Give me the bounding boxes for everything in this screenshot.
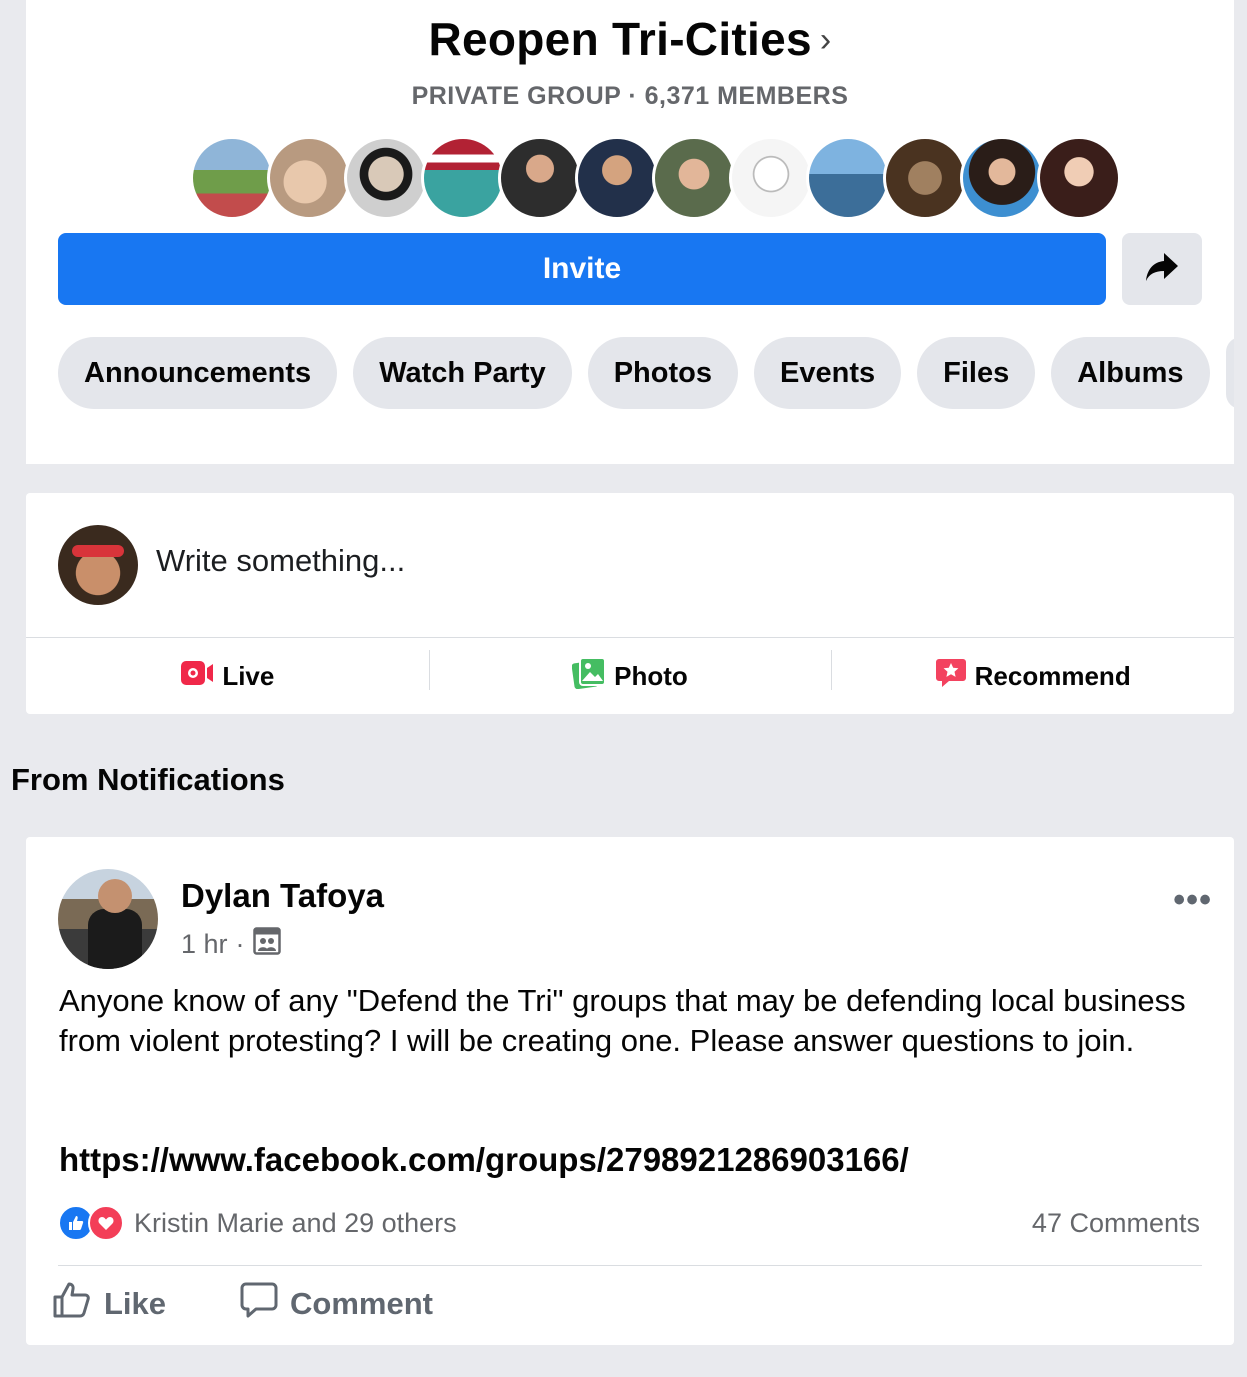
like-button[interactable]: Like [52,1281,166,1327]
member-avatar[interactable] [729,136,813,220]
photo-button[interactable]: Photo [428,638,832,714]
post-meta: 1 hr · [181,927,281,962]
tab-announcements[interactable]: Announcements [58,337,338,409]
meta-separator: · [235,929,245,959]
tab-events[interactable]: Events [754,337,902,409]
member-avatar[interactable] [806,136,890,220]
feed-post: Dylan Tafoya 1 hr · ••• Anyone know of a… [26,837,1234,1345]
write-something-input[interactable]: Write something... [156,543,405,579]
tab-watch-party[interactable]: Watch Party [353,337,572,409]
comment-bubble-icon [240,1281,278,1327]
group-title-text[interactable]: Reopen Tri-Cities [428,13,811,65]
recommend-icon [935,657,967,696]
member-avatar[interactable] [421,136,505,220]
composer-actions: Live Photo Recommend [26,638,1234,714]
recommend-label: Recommend [974,660,1131,691]
photo-icon [571,656,607,696]
section-heading: From Notifications [11,762,285,797]
comments-count[interactable]: 47 Comments [1032,1208,1200,1239]
group-audience-icon [252,927,281,962]
post-composer: Write something... Live Photo Recommend [26,493,1234,714]
reaction-summary[interactable]: Kristin Marie and 29 others [58,1205,457,1241]
avatar[interactable] [58,525,138,605]
avatar[interactable] [58,869,158,969]
post-author[interactable]: Dylan Tafoya [181,877,384,915]
invite-button[interactable]: Invite [58,233,1106,305]
tab-albums[interactable]: Albums [1051,337,1210,409]
member-avatar[interactable] [1037,136,1121,220]
tab-more[interactable] [1225,337,1234,409]
live-button[interactable]: Live [26,638,429,714]
share-arrow-icon [1144,251,1180,288]
member-avatars[interactable] [190,136,1121,220]
member-avatar[interactable] [267,136,351,220]
post-actions: Like Comment [52,1281,433,1327]
group-tabs: Announcements Watch Party Photos Events File… [58,337,1234,409]
comment-label: Comment [290,1286,433,1321]
member-avatar[interactable] [575,136,659,220]
photo-label: Photo [614,660,688,691]
more-options-icon[interactable]: ••• [1173,881,1212,920]
love-reaction-icon [88,1205,124,1241]
group-privacy-members: PRIVATE GROUP · 6,371 MEMBERS [411,82,849,110]
member-avatar[interactable] [498,136,582,220]
post-body-text: Anyone know of any "Defend the Tri" grou… [59,983,1186,1058]
chevron-right-icon[interactable]: › [820,21,832,59]
live-label: Live [222,660,275,691]
post-link[interactable]: https://www.facebook.com/groups/27989212… [59,1141,909,1179]
post-time[interactable]: 1 hr [181,929,228,960]
comment-button[interactable]: Comment [240,1281,433,1327]
recommend-button[interactable]: Recommend [831,638,1234,714]
divider [58,1265,1202,1266]
tab-photos[interactable]: Photos [587,337,738,409]
group-title[interactable]: Reopen Tri-Cities › [26,12,1234,66]
tab-files[interactable]: Files [917,337,1036,409]
live-video-icon [180,660,214,693]
thumbs-up-icon [52,1281,92,1327]
member-avatar[interactable] [190,136,274,220]
member-avatar[interactable] [652,136,736,220]
group-header-card: Reopen Tri-Cities › PRIVATE GROUP · 6,371… [26,0,1234,464]
reactions-text[interactable]: Kristin Marie and 29 others [134,1208,457,1239]
share-button[interactable] [1122,233,1202,305]
like-label: Like [104,1286,167,1321]
member-avatar[interactable] [344,136,428,220]
member-avatar[interactable] [960,136,1044,220]
member-avatar[interactable] [883,136,967,220]
